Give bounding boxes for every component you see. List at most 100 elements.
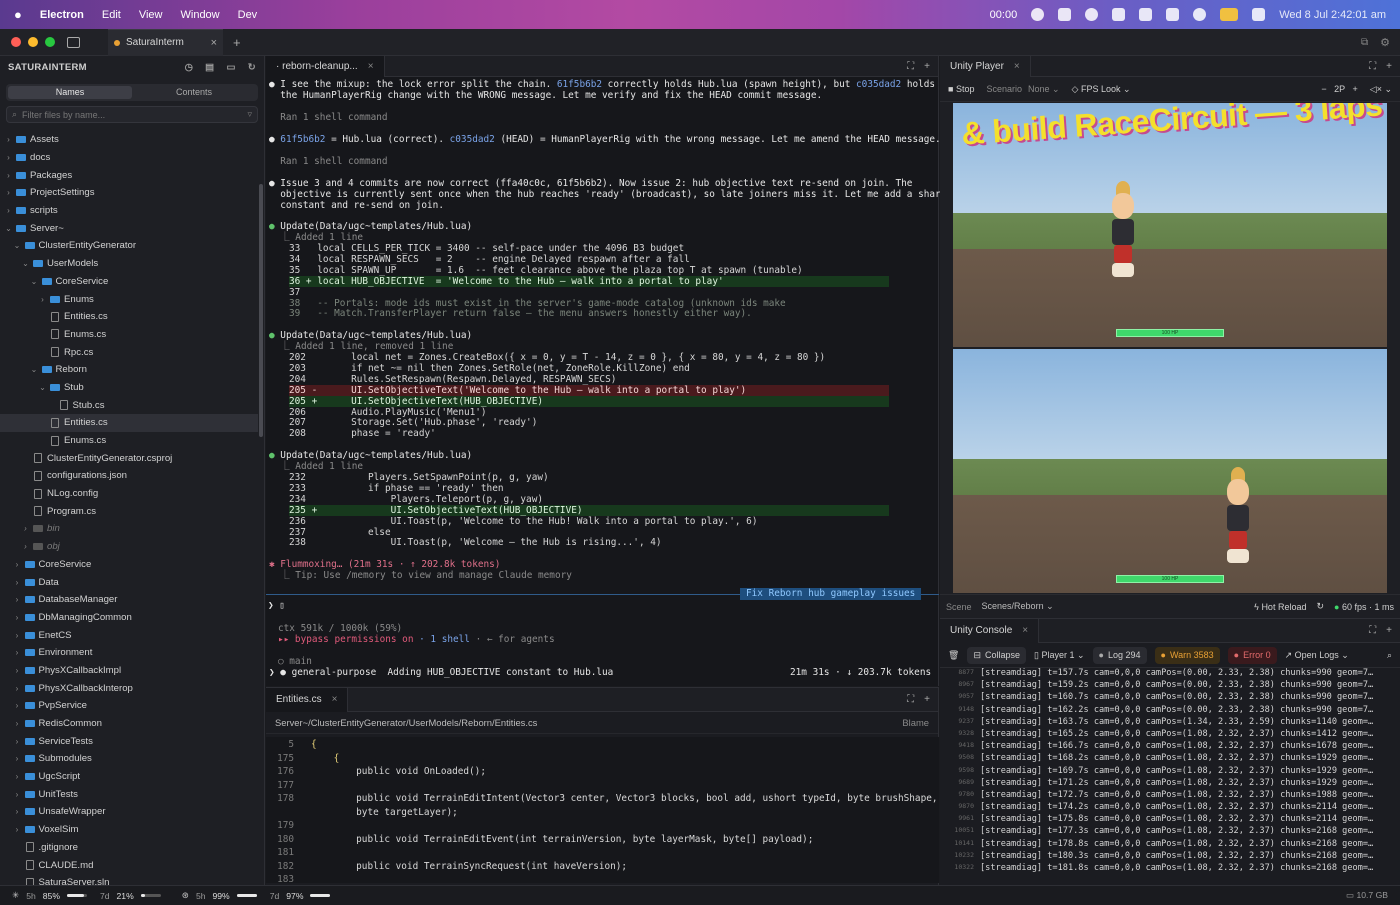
contents-tab[interactable]: Contents	[132, 86, 256, 99]
console-log[interactable]: 8877 [streamdiag] t=157.7s cam=0,0,0 camP…	[940, 668, 1400, 875]
tree-folder[interactable]: › Environment	[0, 644, 258, 662]
scene-select[interactable]: Scenes/Reborn ⌄	[982, 601, 1054, 612]
maximize-icon[interactable]: ⛶	[1369, 625, 1376, 636]
chevron-right-icon[interactable]: ›	[21, 542, 30, 551]
chevron-right-icon[interactable]: ›	[13, 648, 22, 657]
chevron-right-icon[interactable]: ›	[13, 578, 22, 587]
code-line[interactable]: {	[311, 753, 340, 764]
code-line[interactable]: public void OnLoaded();	[311, 766, 486, 777]
update-title[interactable]: Update(Data/ugc~templates/Hub.lua)	[280, 450, 472, 461]
chevron-right-icon[interactable]: ›	[4, 188, 13, 197]
agent-terminal[interactable]: · reborn-cleanup... × ⛶ + ● I see the mi…	[266, 55, 952, 686]
chevron-right-icon[interactable]: ›	[13, 737, 22, 746]
tree-folder[interactable]: › UnitTests	[0, 785, 258, 803]
log-row[interactable]: 9598 [streamdiag] t=169.7s cam=0,0,0 camP…	[940, 766, 1400, 778]
tree-file[interactable]: Rpc.cs	[0, 343, 258, 361]
tree-folder[interactable]: › UgcScript	[0, 768, 258, 786]
chevron-right-icon[interactable]: ›	[13, 595, 22, 604]
fps-look-dropdown[interactable]: ◇ FPS Look ⌄	[1072, 84, 1131, 95]
new-tab-icon[interactable]: +	[233, 35, 241, 50]
chevron-down-icon[interactable]: ⌄	[30, 277, 39, 286]
close-icon[interactable]: ×	[332, 694, 338, 705]
log-row[interactable]: 9508 [streamdiag] t=168.2s cam=0,0,0 camP…	[940, 753, 1400, 765]
log-row[interactable]: 10141 [streamdiag] t=178.8s cam=0,0,0 cam…	[940, 839, 1400, 851]
chevron-right-icon[interactable]: ›	[13, 684, 22, 693]
close-icon[interactable]: ×	[368, 61, 374, 72]
tree-folder[interactable]: › EnetCS	[0, 626, 258, 644]
tree-folder[interactable]: › ProjectSettings	[0, 184, 258, 202]
names-tab[interactable]: Names	[8, 86, 132, 99]
chevron-right-icon[interactable]: ›	[4, 206, 13, 215]
tree-file[interactable]: CLAUDE.md	[0, 856, 258, 874]
chevron-right-icon[interactable]: ›	[13, 666, 22, 675]
chevron-right-icon[interactable]: ›	[4, 171, 13, 180]
tree-folder[interactable]: ⌄ Server~	[0, 219, 258, 237]
log-row[interactable]: 10232 [streamdiag] t=180.3s cam=0,0,0 cam…	[940, 851, 1400, 863]
log-row[interactable]: 9689 [streamdiag] t=171.2s cam=0,0,0 camP…	[940, 778, 1400, 790]
chevron-right-icon[interactable]: ›	[4, 153, 13, 162]
tree-file[interactable]: Entities.cs	[0, 308, 258, 326]
docker-icon[interactable]	[1058, 8, 1072, 21]
scenario-select[interactable]: None ⌄	[1028, 84, 1060, 95]
tree-file[interactable]: Entities.cs	[0, 414, 258, 432]
log-row[interactable]: 9870 [streamdiag] t=174.2s cam=0,0,0 camP…	[940, 802, 1400, 814]
unity-console-tab[interactable]: Unity Console ×	[940, 618, 1040, 643]
telegram-icon[interactable]	[1085, 8, 1099, 21]
tree-folder[interactable]: ⌄ Reborn	[0, 361, 258, 379]
trash-icon[interactable]: 🗑	[948, 650, 959, 661]
collapse-toggle[interactable]: ⊟ Collapse	[967, 646, 1027, 664]
tree-file[interactable]: Program.cs	[0, 502, 258, 520]
user-icon[interactable]	[1193, 8, 1207, 21]
filter-input[interactable]: ⌕ Filter files by name... ▿	[6, 106, 258, 123]
tree-folder[interactable]: › VoxelSim	[0, 821, 258, 839]
code-view[interactable]: 5 {175 {176 public void OnLoaded(); 177 178…	[266, 737, 939, 883]
history-icon[interactable]: ◷	[185, 62, 194, 73]
tree-folder[interactable]: › Data	[0, 573, 258, 591]
update-title[interactable]: Update(Data/ugc~templates/Hub.lua)	[280, 330, 472, 341]
tree-folder[interactable]: › Enums	[0, 290, 258, 308]
close-icon[interactable]: ×	[1014, 61, 1020, 72]
maximize-icon[interactable]: ⛶	[907, 694, 914, 705]
tree-folder[interactable]: › PhysXCallbackInterop	[0, 679, 258, 697]
new-file-icon[interactable]: ▤	[205, 62, 214, 73]
update-title[interactable]: Update(Data/ugc~templates/Hub.lua)	[280, 221, 472, 232]
tree-folder[interactable]: › PhysXCallbackImpl	[0, 662, 258, 680]
chevron-down-icon[interactable]: ⌄	[4, 224, 13, 233]
code-line[interactable]: public void TerrainEditEvent(int terrain…	[311, 834, 813, 845]
shell-count[interactable]: · 1 shell	[413, 634, 470, 645]
add-icon[interactable]: +	[924, 61, 930, 72]
maximize-icon[interactable]: ⛶	[907, 61, 914, 72]
tree-file[interactable]: Enums.cs	[0, 326, 258, 344]
chevron-down-icon[interactable]: ⌄	[13, 241, 22, 250]
add-icon[interactable]: +	[1386, 61, 1392, 72]
player-count-stepper[interactable]: − 2P +	[1321, 84, 1357, 94]
tree-folder[interactable]: › UnsafeWrapper	[0, 803, 258, 821]
close-icon[interactable]: ×	[1022, 625, 1028, 636]
bypass-status[interactable]: ▸▸ bypass permissions on	[278, 634, 413, 645]
menu-window[interactable]: Window	[181, 9, 220, 21]
chevron-right-icon[interactable]: ›	[13, 754, 22, 763]
menu-edit[interactable]: Edit	[102, 9, 121, 21]
chevron-right-icon[interactable]: ›	[13, 825, 22, 834]
player-2-viewport[interactable]: 100 HP	[953, 349, 1387, 593]
battery-icon[interactable]	[1220, 8, 1239, 21]
minimize-window-button[interactable]	[28, 37, 38, 47]
log-row[interactable]: 9961 [streamdiag] t=175.8s cam=0,0,0 camP…	[940, 814, 1400, 826]
error-filter[interactable]: ● Error 0	[1227, 646, 1277, 664]
log-row[interactable]: 9780 [streamdiag] t=172.7s cam=0,0,0 camP…	[940, 790, 1400, 802]
code-line[interactable]: public void TerrainEditIntent(Vector3 ce…	[311, 793, 937, 804]
apple-icon[interactable]: ●	[14, 7, 22, 22]
chevron-down-icon[interactable]: ⌄	[30, 365, 39, 374]
tree-folder[interactable]: ⌄ CoreService	[0, 273, 258, 291]
tree-file[interactable]: NLog.config	[0, 485, 258, 503]
tree-folder[interactable]: › Submodules	[0, 750, 258, 768]
chevron-right-icon[interactable]: ›	[13, 701, 22, 710]
tree-folder[interactable]: ⌄ Stub	[0, 379, 258, 397]
tree-file[interactable]: Stub.cs	[0, 396, 258, 414]
agent-task[interactable]: ❯ ● general-purpose Adding HUB_OBJECTIVE…	[269, 667, 613, 678]
funnel-icon[interactable]: ▿	[247, 109, 252, 120]
chevron-right-icon[interactable]: ›	[13, 560, 22, 569]
editor-tab[interactable]: Entities.cs ×	[266, 687, 349, 712]
log-row[interactable]: 9237 [streamdiag] t=163.7s cam=0,0,0 camP…	[940, 717, 1400, 729]
app-menu[interactable]: Electron	[40, 9, 84, 21]
